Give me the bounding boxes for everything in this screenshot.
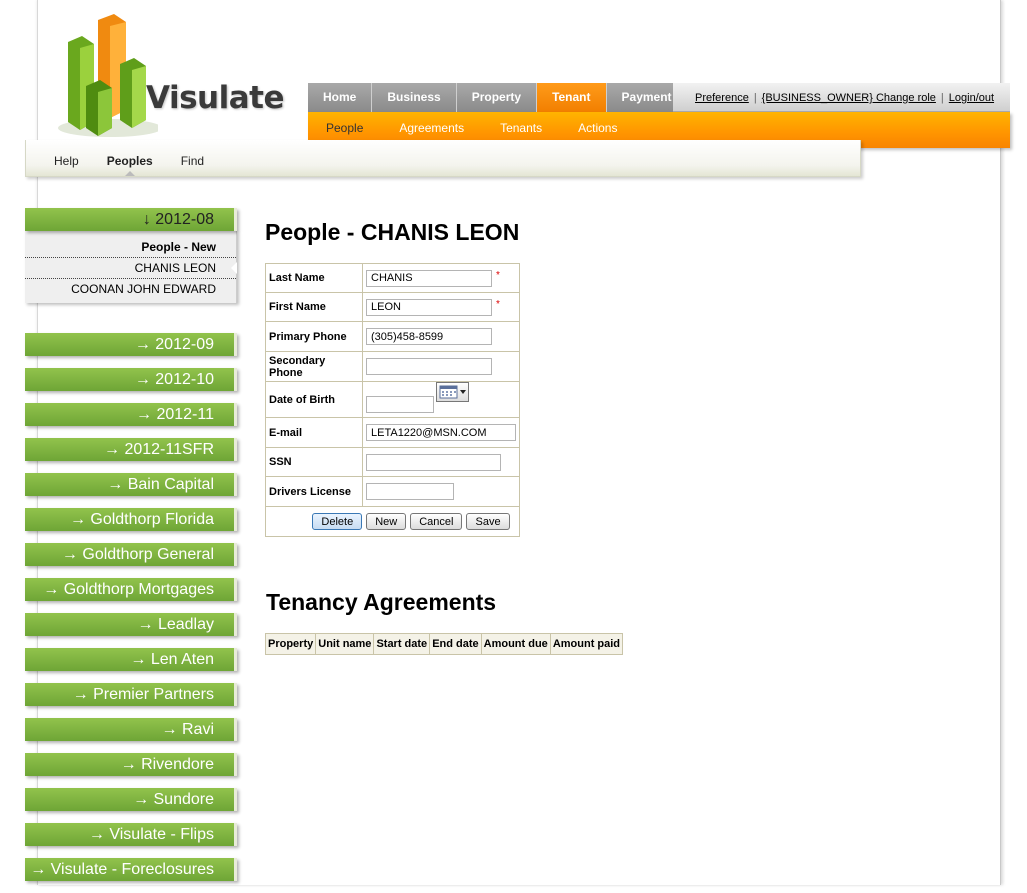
main-nav: Home Business Property Tenant Payment [308,83,688,112]
required-marker: * [496,298,500,310]
sidebar: ↓ 2012-08 People - New CHANIS LEON COONA… [25,208,237,893]
separator: | [753,92,757,104]
preference-link[interactable]: Preference [695,92,749,104]
delete-button[interactable]: Delete [312,513,363,530]
cancel-button[interactable]: Cancel [410,513,463,530]
agreements-table: Property Unit name Start date End date A… [264,633,624,655]
column-header[interactable]: Amount due [480,633,551,655]
first-name-input[interactable] [366,298,492,316]
primary-phone-label: Primary Phone [265,321,363,352]
date-of-birth-label: Date of Birth [265,381,363,418]
sidebar-group[interactable]: → Goldthorp General [25,543,237,566]
sidebar-group[interactable]: → Goldthorp Mortgages [25,578,237,601]
tab-tenant[interactable]: Tenant [537,83,607,112]
email-label: E-mail [265,417,363,448]
logo-bars-icon [58,14,162,137]
login-logout-link[interactable]: Login/out [949,92,994,104]
column-header[interactable]: Start date [373,633,431,655]
sidebar-group[interactable]: → Rivendore [25,753,237,776]
sidebar-submenu: People - New CHANIS LEON COONAN JOHN EDW… [25,231,237,303]
save-button[interactable]: Save [466,513,510,530]
secondary-phone-input[interactable] [366,358,492,375]
brand-name: Visulate [146,80,284,116]
page-title: People - CHANIS LEON [265,219,520,245]
last-name-label: Last Name [265,263,363,293]
sidebar-item-coonan-john-edward[interactable]: COONAN JOHN EDWARD [25,279,236,299]
sidebar-group[interactable]: → Premier Partners [25,683,237,706]
sidebar-group[interactable]: → 2012-11SFR [25,438,237,461]
sidebar-group[interactable]: → Ravi [25,718,237,741]
sidebar-group-2012-08[interactable]: ↓ 2012-08 [25,208,237,231]
ssn-input[interactable] [366,453,501,471]
sidebar-group-list: → 2012-09 → 2012-10 → 2012-11 → 2012-11SFR →… [25,333,237,881]
people-form: Last Name * First Name * Primary Phone S… [265,263,520,537]
new-button[interactable]: New [366,513,407,530]
calendar-icon[interactable] [436,382,469,402]
user-bar: Preference | {BUSINESS_OWNER} Change role |… [673,83,1010,112]
sidebar-group[interactable]: → 2012-11 [25,403,237,426]
sidebar-group[interactable]: → 2012-10 [25,368,237,391]
visulate-logo[interactable] [48,10,288,140]
ssn-label: SSN [265,447,363,477]
change-role-link[interactable]: {BUSINESS_OWNER} Change role [762,92,936,104]
required-marker: * [496,269,500,281]
sidebar-group[interactable]: → Goldthorp Florida [25,508,237,531]
sidebar-group[interactable]: → Bain Capital [25,473,237,496]
sidebar-group[interactable]: → 2012-09 [25,333,237,356]
section-nav-find[interactable]: Find [181,140,204,176]
sidebar-group[interactable]: → Visulate - Foreclosures [25,858,237,881]
section-nav-peoples[interactable]: Peoples [107,140,153,176]
tab-business[interactable]: Business [372,83,457,112]
sidebar-item-chanis-leon[interactable]: CHANIS LEON [25,258,237,279]
section-nav: Help Peoples Find [25,140,861,177]
sidebar-item-people-new[interactable]: People - New [25,237,236,258]
column-header[interactable]: Amount paid [549,633,624,655]
tab-home[interactable]: Home [308,83,373,112]
column-header[interactable]: Unit name [315,633,375,655]
column-header[interactable]: Property [264,633,317,655]
last-name-input[interactable] [366,269,492,287]
sidebar-group[interactable]: → Visulate - Flips [25,823,237,846]
drivers-license-input[interactable] [366,483,454,500]
secondary-phone-label: Secondary Phone [265,351,363,382]
primary-phone-input[interactable] [366,328,492,345]
agreements-title: Tenancy Agreements [266,589,497,615]
tab-property[interactable]: Property [456,83,538,112]
sidebar-group[interactable]: → Sundore [25,788,237,811]
date-of-birth-input[interactable] [366,396,434,413]
column-header[interactable]: End date [429,633,482,655]
sidebar-group[interactable]: → Len Aten [25,648,237,671]
sidebar-group[interactable]: → Leadlay [25,613,237,636]
separator: | [940,92,944,104]
section-nav-help[interactable]: Help [54,140,79,176]
first-name-label: First Name [265,292,363,322]
drivers-license-label: Drivers License [265,476,363,507]
email-input[interactable] [366,424,516,441]
